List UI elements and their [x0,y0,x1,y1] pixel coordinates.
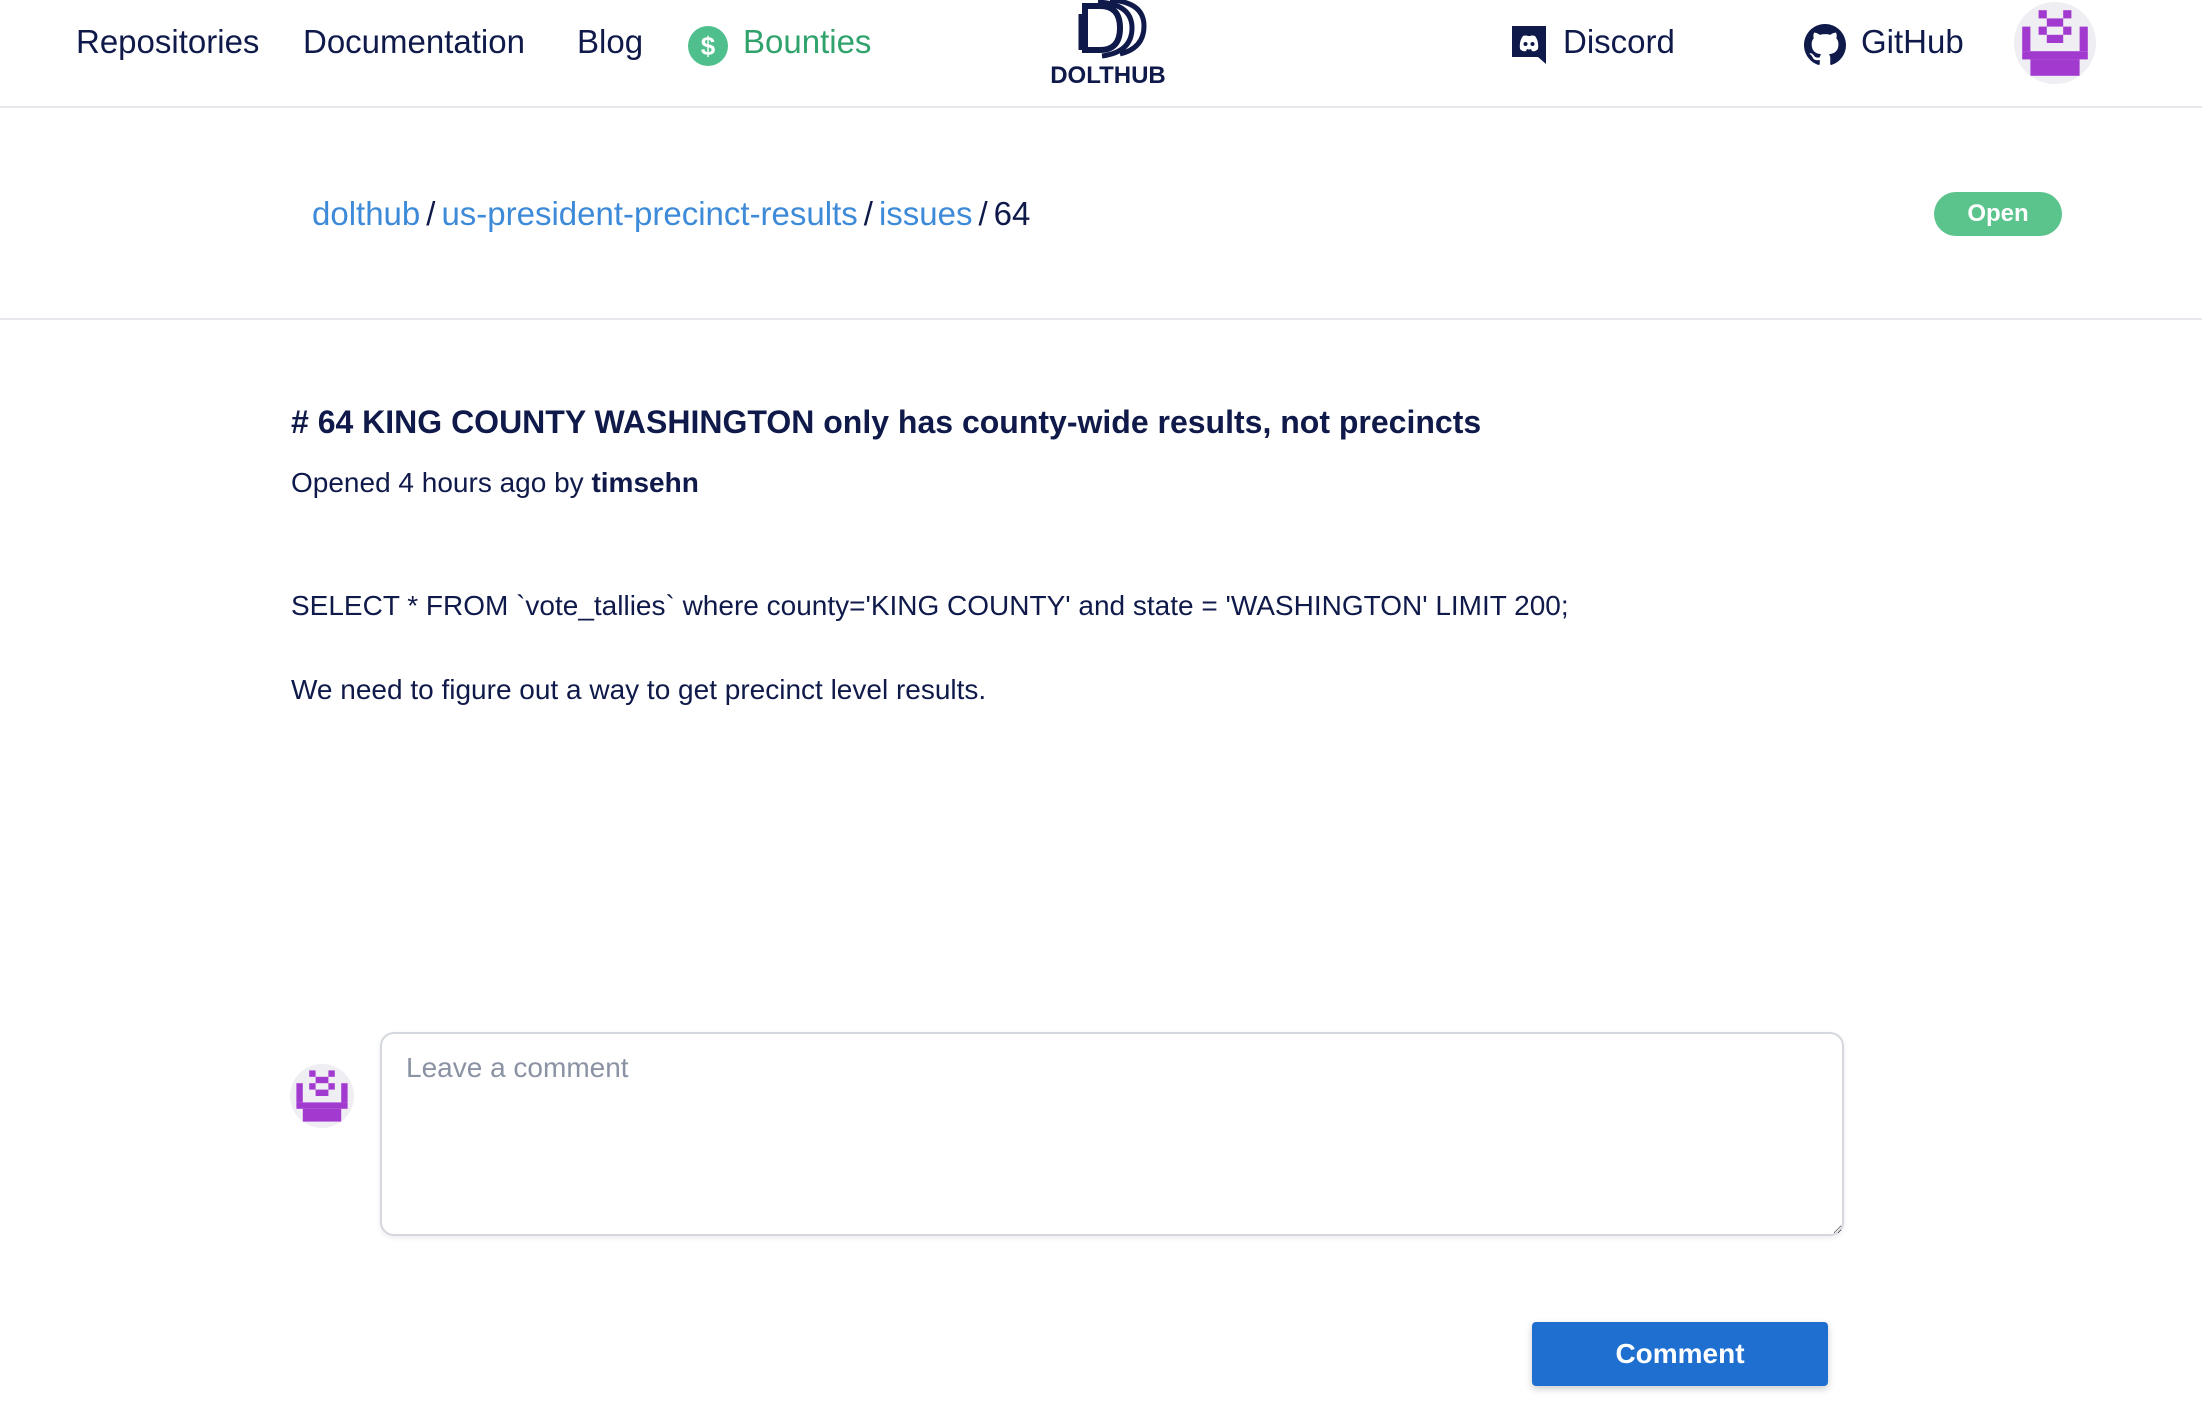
nav-github-link[interactable]: GitHub [1861,20,1964,64]
dollar-icon: $ [688,26,728,66]
github-icon[interactable] [1804,24,1846,66]
comment-submit-button[interactable]: Comment [1532,1322,1828,1386]
breadcrumb-separator: / [978,195,988,232]
nav-documentation-link[interactable]: Documentation [303,20,525,64]
discord-icon[interactable] [1508,24,1550,66]
breadcrumb-separator: / [863,195,873,232]
issue-title: # 64 KING COUNTY WASHINGTON only has cou… [291,404,1482,440]
comment-avatar-identicon [290,1064,354,1128]
issue-body-paragraph: SELECT * FROM `vote_tallies` where count… [291,590,1569,621]
breadcrumb-issues-link[interactable]: issues [879,195,973,232]
nav-discord-link[interactable]: Discord [1563,20,1675,64]
breadcrumb-separator: / [426,195,436,232]
issue-author-link[interactable]: timsehn [591,467,698,498]
top-navigation: Repositories Documentation Blog $ Bounti… [0,0,2202,108]
nav-blog-link[interactable]: Blog [577,20,643,64]
issue-body-paragraph: We need to figure out a way to get preci… [291,674,987,705]
dolthub-wordmark: DOLTHUB [1050,62,1166,89]
breadcrumb-current-issue: 64 [993,195,1031,232]
breadcrumb: dolthub / us-president-precinct-results / is… [312,192,1030,236]
breadcrumb-repo-link[interactable]: us-president-precinct-results [441,195,857,232]
dollar-glyph: $ [701,31,716,61]
breadcrumb-owner-link[interactable]: dolthub [312,195,420,232]
nav-repositories-link[interactable]: Repositories [76,20,259,64]
repo-header: dolthub / us-president-precinct-results / is… [0,108,2202,320]
status-badge: Open [1934,192,2062,236]
user-avatar-identicon[interactable] [2014,2,2096,84]
issue-meta: Opened 4 hours ago by timsehn [291,463,699,503]
issue-opened-text: Opened 4 hours ago by [291,467,592,498]
comment-input[interactable] [380,1032,1844,1236]
nav-bounties-link[interactable]: Bounties [743,20,871,64]
